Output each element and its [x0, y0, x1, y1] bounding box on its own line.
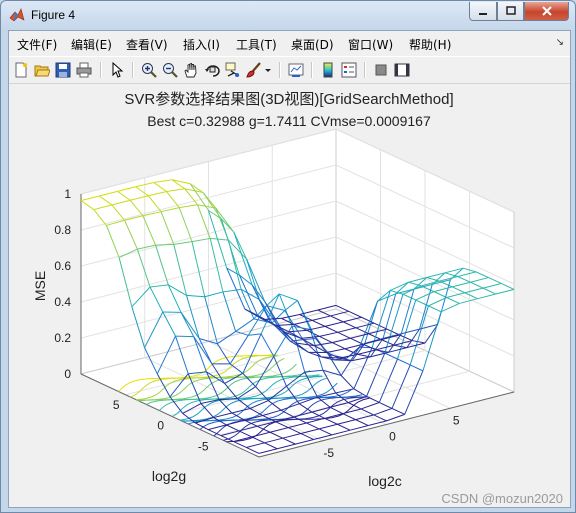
toolbar-separator — [364, 62, 366, 78]
colorbar-icon[interactable] — [319, 61, 337, 79]
menu-dock-arrow-icon[interactable]: ↘ — [556, 37, 564, 48]
close-icon — [541, 6, 552, 16]
z-axis-label: MSE — [32, 271, 48, 301]
menu-bar: 文件(F) 编辑(E) 查看(V) 插入(I) 工具(T) 桌面(D) 窗口(W… — [9, 31, 570, 55]
menu-file[interactable]: 文件(F) — [17, 36, 57, 53]
figure-window: Figure 4 文件(F) 编辑(E) 查看(V) 插入(I) 工具(T) 桌… — [0, 0, 576, 513]
toolbar-separator — [279, 62, 281, 78]
z-tick-label: 0.2 — [54, 331, 71, 345]
z-tick-label: 0.4 — [54, 295, 71, 309]
pointer-icon[interactable] — [108, 61, 126, 79]
g-axis-label: log2g — [152, 468, 186, 484]
menu-edit[interactable]: 编辑(E) — [71, 36, 112, 53]
print-icon[interactable] — [75, 61, 93, 79]
pan-hand-icon[interactable] — [182, 61, 200, 79]
matlab-logo-icon — [9, 8, 25, 22]
maximize-icon — [505, 6, 516, 15]
brush-dropdown-icon[interactable] — [263, 61, 273, 79]
c-tick-label: 5 — [453, 413, 460, 427]
toolbar-separator — [100, 62, 102, 78]
brush-icon[interactable] — [245, 61, 263, 79]
menu-help[interactable]: 帮助(H) — [409, 36, 451, 53]
link-plot-icon[interactable] — [287, 61, 305, 79]
data-cursor-icon[interactable] — [224, 61, 242, 79]
save-icon[interactable] — [54, 61, 72, 79]
toolbar-separator — [132, 62, 134, 78]
menu-tools[interactable]: 工具(T) — [236, 36, 277, 53]
close-button[interactable] — [524, 2, 569, 21]
menu-desktop[interactable]: 桌面(D) — [291, 36, 334, 53]
menu-view[interactable]: 查看(V) — [126, 36, 168, 53]
window-title: Figure 4 — [31, 8, 76, 22]
hide-plot-tools-icon[interactable] — [372, 61, 390, 79]
new-figure-icon[interactable] — [12, 61, 30, 79]
c-tick-label: 0 — [389, 430, 396, 444]
figure-canvas: SVR参数选择结果图(3D视图)[GridSearchMethod] Best c… — [9, 84, 570, 507]
c-axis-label: log2c — [368, 473, 401, 489]
surface-plot[interactable]: SVR参数选择结果图(3D视图)[GridSearchMethod] Best c… — [9, 84, 570, 507]
figure-toolbar — [9, 56, 570, 84]
show-plot-tools-icon[interactable] — [393, 61, 411, 79]
rotate-3d-icon[interactable] — [203, 61, 221, 79]
surface-mesh-line — [175, 335, 194, 338]
z-tick-label: 0.6 — [54, 259, 71, 273]
title-bar[interactable]: Figure 4 — [1, 1, 575, 29]
surface-mesh-line — [155, 243, 174, 246]
menu-window[interactable]: 窗口(W) — [348, 36, 393, 53]
z-tick-label: 0.8 — [54, 223, 71, 237]
zoom-in-icon[interactable] — [140, 61, 158, 79]
c-tick-label: -5 — [323, 446, 334, 460]
g-tick-label: 0 — [157, 419, 164, 433]
figure-client-area: 文件(F) 编辑(E) 查看(V) 插入(I) 工具(T) 桌面(D) 窗口(W… — [8, 30, 571, 508]
toolbar-separator — [311, 62, 313, 78]
menu-insert[interactable]: 插入(I) — [183, 36, 220, 53]
minimize-button[interactable] — [469, 2, 497, 21]
maximize-button[interactable] — [497, 2, 524, 21]
g-tick-label: 5 — [113, 398, 120, 412]
watermark: CSDN @mozun2020 — [441, 491, 563, 506]
chart-subtitle: Best c=0.32988 g=1.7411 CVmse=0.0009167 — [147, 113, 431, 129]
g-tick-label: -5 — [198, 439, 209, 453]
open-file-icon[interactable] — [33, 61, 51, 79]
zoom-out-icon[interactable] — [161, 61, 179, 79]
z-tick-label: 1 — [64, 187, 71, 201]
legend-icon[interactable] — [340, 61, 358, 79]
minimize-icon — [479, 13, 487, 15]
z-tick-label: 0 — [64, 367, 71, 381]
chart-title: SVR参数选择结果图(3D视图)[GridSearchMethod] — [124, 91, 453, 108]
